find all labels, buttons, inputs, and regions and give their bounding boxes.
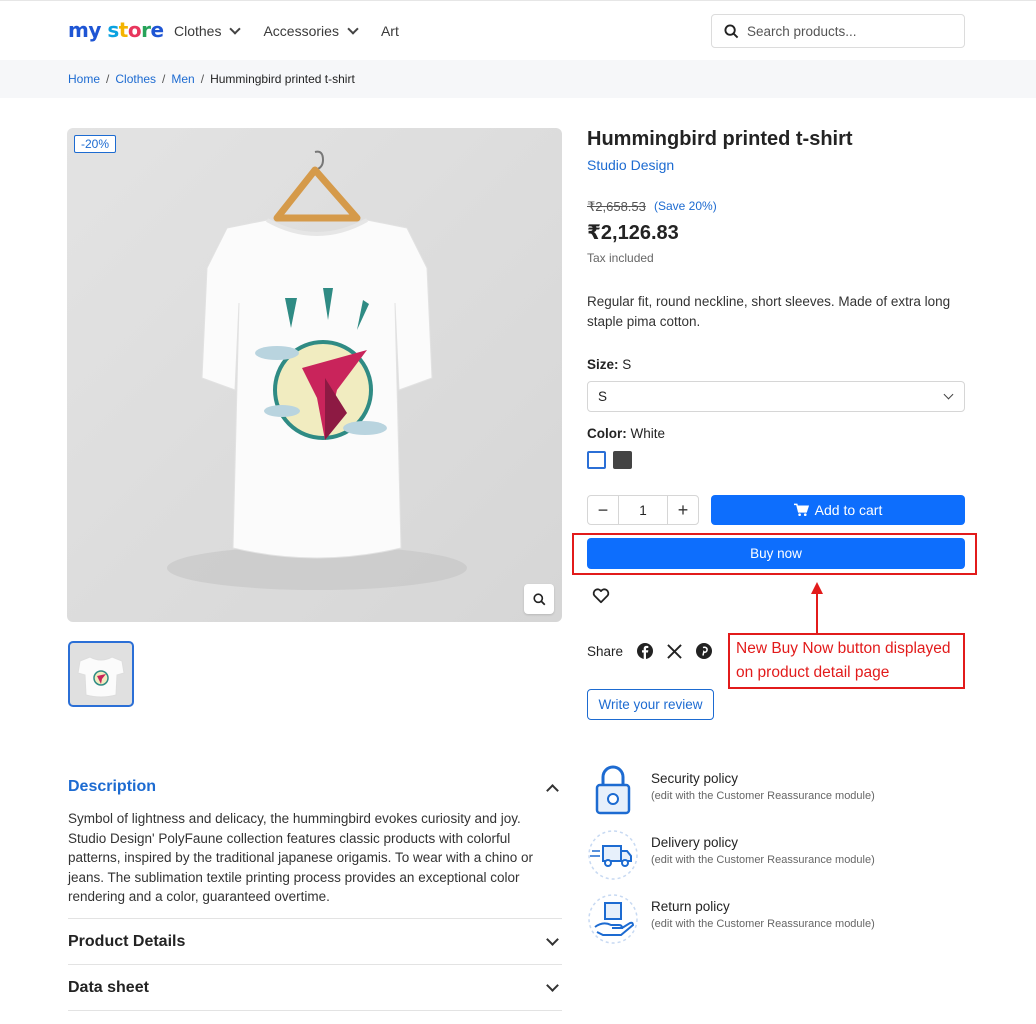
heart-icon [592,588,610,604]
facebook-icon[interactable] [637,643,654,659]
data-sheet-header[interactable]: Data sheet [68,979,149,997]
annotation-arrow-line [816,592,818,634]
description-body: Symbol of lightness and delicacy, the hu… [68,811,534,904]
buy-now-button[interactable]: Buy now [587,538,965,569]
color-swatch-dark-gray[interactable] [613,451,632,469]
nav-item-accessories[interactable]: Accessories [263,23,359,39]
nav-item-art[interactable]: Art [381,23,399,39]
description-header[interactable]: Description [68,778,156,796]
chevron-down-icon [229,23,242,35]
cart-icon [793,503,809,516]
breadcrumb-bar: Home / Clothes / Men / Hummingbird print… [0,60,1036,98]
search-icon [724,23,739,38]
size-label: Size: S [587,357,632,372]
reassurance-delivery: Delivery policy (edit with the Customer … [587,829,875,881]
x-icon[interactable] [667,643,682,659]
return-box-icon [587,893,639,945]
breadcrumb-home[interactable]: Home [68,72,100,86]
tshirt-thumbnail-image [77,656,125,698]
regular-price: ₹2,658.53 [587,199,646,214]
product-brand-link[interactable]: Studio Design [587,157,674,173]
quantity-input[interactable]: 1 [618,496,668,524]
annotation-note: New Buy Now button displayed on product … [728,633,965,689]
divider [68,1010,562,1011]
store-logo[interactable]: my store [68,18,164,42]
wishlist-button[interactable] [592,588,610,609]
color-label: Color: White [587,426,666,441]
chevron-down-icon [347,23,359,35]
search-input[interactable] [747,23,947,39]
main-nav: Clothes Accessories Art [174,23,399,39]
reassurance-return: Return policy (edit with the Customer Re… [587,893,875,945]
pinterest-icon[interactable] [696,643,713,659]
product-title: Hummingbird printed t-shirt [587,128,853,150]
discount-save-text: (Save 20%) [654,199,717,213]
chevron-down-icon[interactable] [546,979,559,992]
quantity-stepper: − 1 + [587,495,699,525]
breadcrumb-current: Hummingbird printed t-shirt [210,72,355,86]
product-details-header[interactable]: Product Details [68,933,185,951]
chevron-down-icon [943,389,954,400]
product-thumbnail[interactable] [68,641,134,707]
write-review-button[interactable]: Write your review [587,689,714,720]
chevron-down-icon[interactable] [546,933,559,946]
share-label: Share [587,643,624,659]
share-row: Share [587,643,713,659]
nav-item-clothes[interactable]: Clothes [174,23,242,39]
chevron-up-icon[interactable] [546,784,559,797]
lock-icon [587,765,639,817]
tax-note: Tax included [587,251,654,265]
product-short-description: Regular fit, round neckline, short sleev… [587,294,951,329]
breadcrumb-men[interactable]: Men [171,72,194,86]
discount-badge: -20% [74,135,117,153]
breadcrumb-clothes[interactable]: Clothes [115,72,156,86]
zoom-icon [532,592,545,605]
zoom-button[interactable] [524,584,554,614]
add-to-cart-button[interactable]: Add to cart [711,495,965,525]
quantity-decrease-button[interactable]: − [588,496,618,524]
breadcrumb: Home / Clothes / Men / Hummingbird print… [68,72,355,86]
product-main-image[interactable] [67,128,562,622]
divider [68,964,562,965]
size-select[interactable]: S [587,381,965,412]
quantity-increase-button[interactable]: + [668,496,698,524]
color-swatch-white[interactable] [587,451,606,469]
reassurance-security: Security policy (edit with the Customer … [587,765,875,817]
current-price: ₹2,126.83 [587,222,679,244]
search-box [711,14,965,48]
tshirt-illustration [167,150,467,590]
divider [68,918,562,919]
delivery-truck-icon [587,829,639,881]
site-header: my store Clothes Accessories Art [0,0,1036,60]
